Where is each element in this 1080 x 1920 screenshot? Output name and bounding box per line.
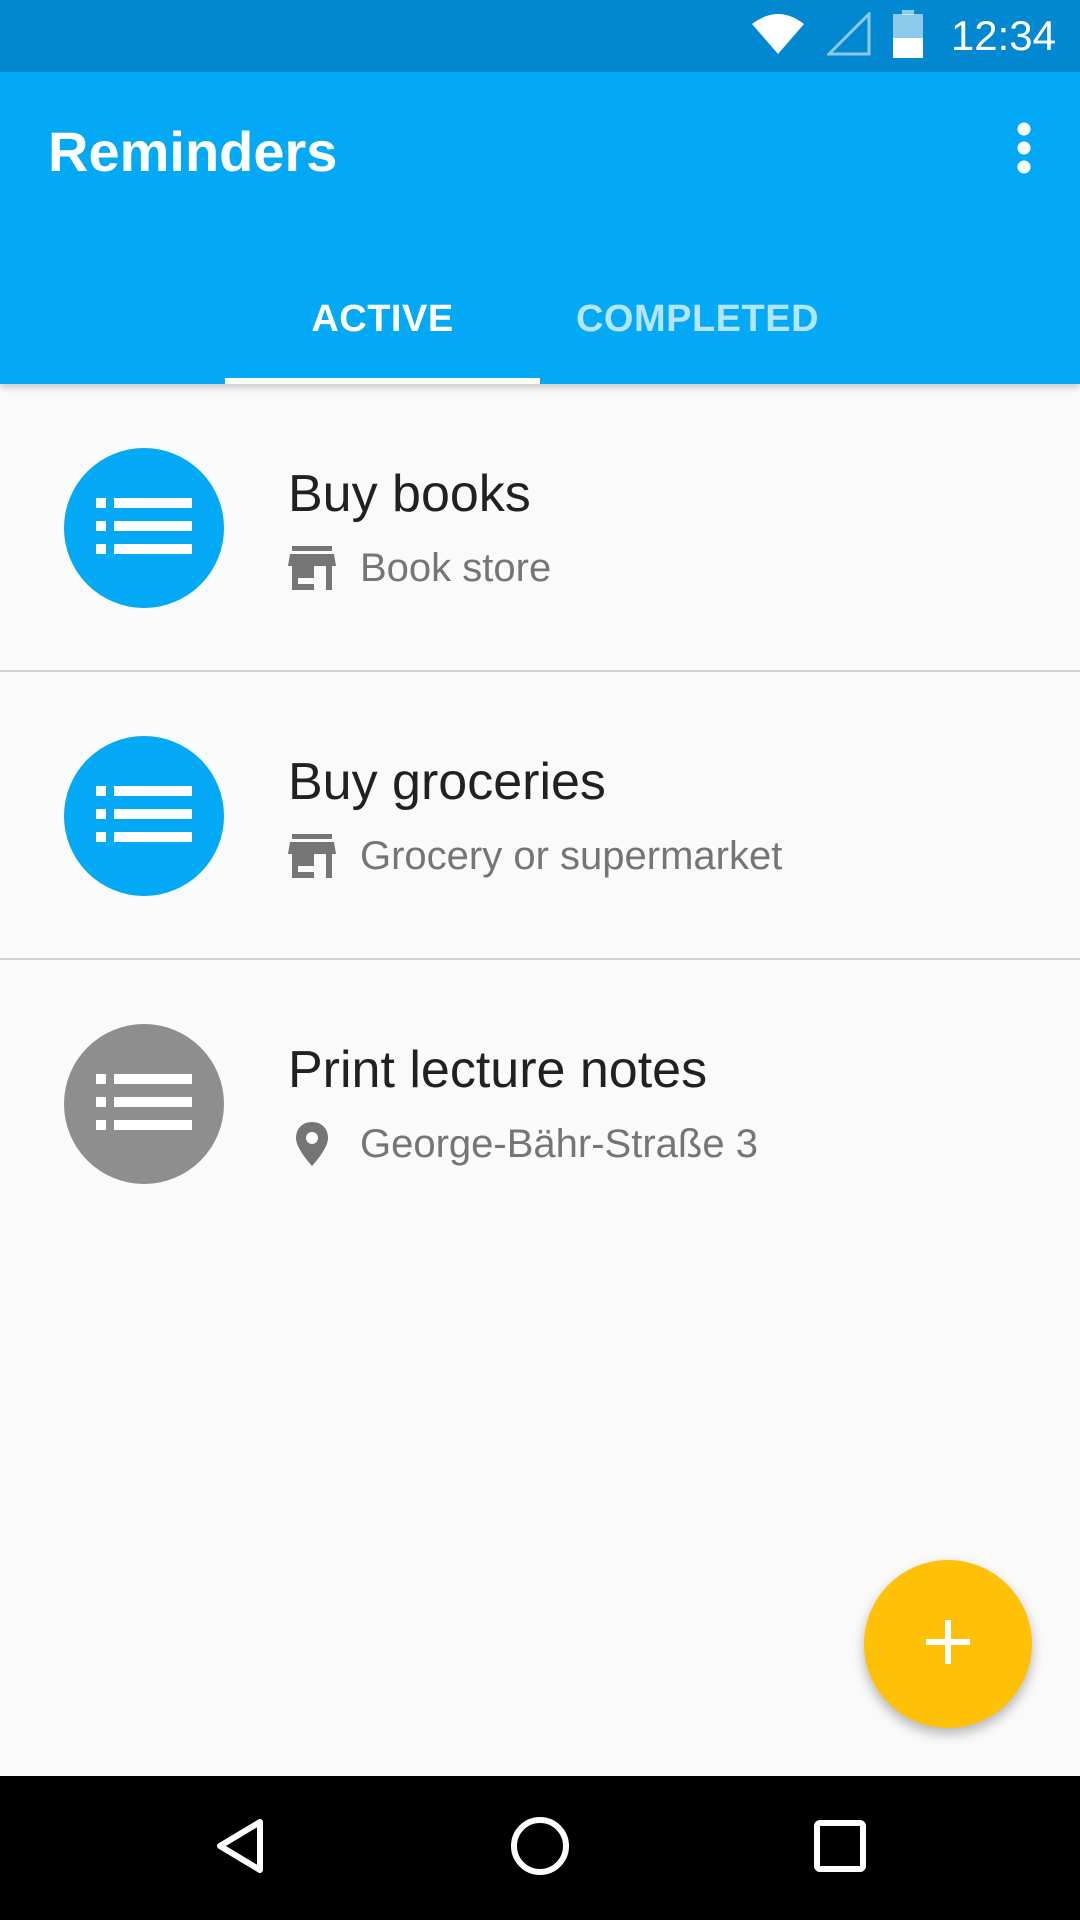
tab-indicator [225, 378, 540, 384]
recents-icon [814, 1819, 866, 1877]
tab-completed[interactable]: COMPLETED [540, 300, 855, 384]
home-icon [510, 1816, 570, 1881]
cell-signal-icon [825, 9, 871, 61]
reminder-avatar [64, 736, 224, 896]
list-icon [96, 497, 192, 559]
more-vert-icon [1016, 122, 1032, 179]
status-bar: 12:34 [0, 0, 1080, 72]
status-icons: 12:34 [751, 0, 1056, 72]
tab-active-label: ACTIVE [311, 298, 454, 340]
reminder-location: Book store [288, 544, 551, 592]
overflow-menu-button[interactable] [988, 114, 1060, 186]
reminder-item[interactable]: Buy groceries Grocery or supermarket [0, 672, 1080, 960]
place-icon [288, 1120, 348, 1168]
list-icon [96, 1073, 192, 1135]
reminder-item[interactable]: Buy books Book store [0, 384, 1080, 672]
home-button[interactable] [492, 1800, 588, 1896]
list-icon [96, 785, 192, 847]
reminder-location: George-Bähr-Straße 3 [288, 1120, 758, 1168]
add-icon [926, 1619, 970, 1669]
wifi-icon [751, 12, 805, 61]
reminder-location-text: Book store [360, 546, 552, 590]
battery-icon [892, 9, 923, 63]
store-icon [288, 544, 348, 592]
reminder-title: Buy books [288, 465, 531, 523]
app-bar: Reminders ACTIVE COMPLETED [0, 72, 1080, 384]
reminder-avatar [64, 1024, 224, 1184]
reminder-location: Grocery or supermarket [288, 832, 782, 880]
reminder-title: Buy groceries [288, 753, 606, 811]
status-time: 12:34 [950, 12, 1056, 59]
back-button[interactable] [192, 1800, 288, 1896]
back-icon [214, 1818, 266, 1879]
tab-active[interactable]: ACTIVE [225, 300, 540, 384]
app-title: Reminders [48, 120, 338, 183]
reminder-list: Buy books Book store Buy groceries Groce… [0, 384, 1080, 1248]
reminder-avatar [64, 448, 224, 608]
recents-button[interactable] [792, 1800, 888, 1896]
tab-bar: ACTIVE COMPLETED [225, 300, 855, 384]
store-icon [288, 832, 348, 880]
tab-completed-label: COMPLETED [575, 298, 820, 340]
screen: 12:34 Reminders ACTIVE COMPLETED Buy boo… [0, 0, 1080, 1920]
reminder-location-text: George-Bähr-Straße 3 [360, 1122, 758, 1166]
navigation-bar [0, 1776, 1080, 1920]
reminder-title: Print lecture notes [288, 1041, 708, 1099]
reminder-item[interactable]: Print lecture notes George-Bähr-Straße 3 [0, 960, 1080, 1248]
add-reminder-button[interactable] [864, 1560, 1032, 1728]
reminder-location-text: Grocery or supermarket [360, 834, 783, 878]
